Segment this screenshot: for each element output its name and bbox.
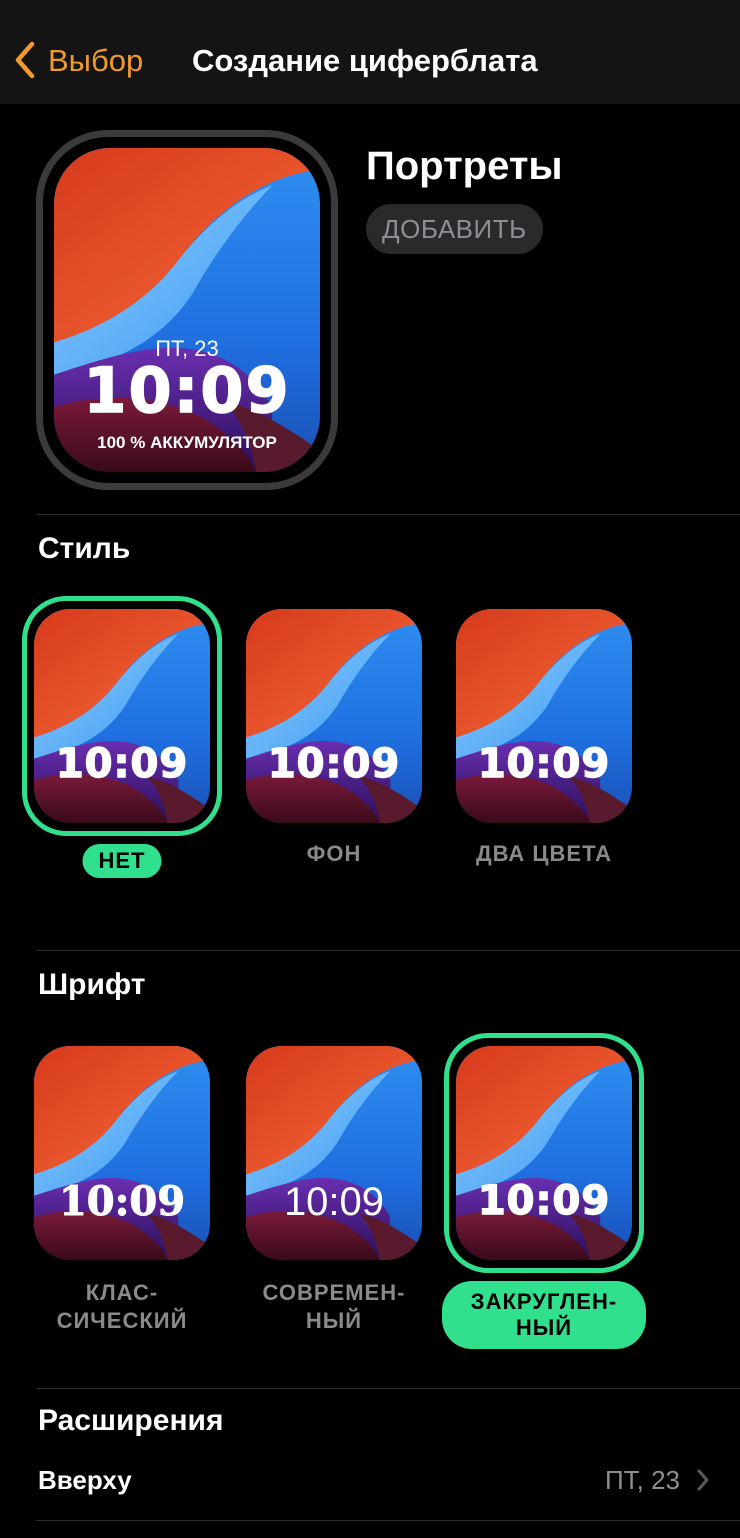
time-display: 10:09 [267, 741, 401, 787]
row-label: Вверху [38, 1464, 132, 1495]
divider [36, 514, 740, 515]
chevron-right-icon [697, 1469, 709, 1491]
back-button[interactable]: Выбор [12, 40, 143, 80]
style-label: ФОН [306, 841, 362, 866]
wallpaper-image [456, 1046, 632, 1260]
row-value: ПТ, 23 [604, 1464, 680, 1495]
watch-face-preview: ПТ, 23 10:09 100 % АККУМУЛЯТОР [54, 148, 320, 472]
time-display: 10:09 [283, 1180, 385, 1224]
font-thumbnail: 10:09 [456, 1046, 632, 1260]
page-title: Создание циферблата [192, 43, 538, 78]
battery-complication: 100 % АККУМУЛЯТОР [97, 433, 277, 452]
add-button[interactable]: ДОБАВИТЬ [366, 204, 543, 254]
font-label-line: ЗАКРУГЛЕН- [470, 1289, 618, 1314]
font-thumbnail: 10:09 [246, 1046, 422, 1260]
face-name: Портреты [366, 144, 563, 188]
wallpaper-image [34, 609, 210, 823]
style-label: ДВА ЦВЕТА [475, 841, 613, 866]
style-thumbnail: 10:09 [456, 609, 632, 823]
divider [36, 1388, 740, 1389]
style-label-selected: НЕТ [82, 844, 162, 878]
style-thumbnail: 10:09 [34, 609, 210, 823]
chevron-left-icon [15, 41, 35, 79]
font-label: СОВРЕМЕН- НЫЙ [214, 1279, 454, 1335]
wallpaper-image [246, 609, 422, 823]
font-label-line: НЫЙ [305, 1308, 363, 1333]
divider [36, 950, 740, 951]
navigation-bar: Выбор Создание циферблата [0, 0, 740, 104]
font-thumbnail: 10:09 [34, 1046, 210, 1260]
divider [36, 1520, 740, 1521]
font-label-line: СОВРЕМЕН- [262, 1280, 406, 1305]
style-section-title: Стиль [38, 532, 131, 565]
wallpaper-image [34, 1046, 210, 1260]
font-section-title: Шрифт [38, 968, 146, 1001]
wallpaper-image [246, 1046, 422, 1260]
style-thumbnail: 10:09 [246, 609, 422, 823]
extension-row-top[interactable]: Вверху ПТ, 23 [38, 1458, 710, 1502]
font-label: КЛАС- СИЧЕСКИЙ [2, 1279, 242, 1335]
back-label: Выбор [48, 42, 144, 78]
time-display: 10:09 [477, 741, 611, 787]
time-display: 10:09 [83, 354, 291, 427]
time-display: 10:09 [58, 1178, 186, 1225]
time-display: 10:09 [477, 1178, 611, 1224]
watch-preview: ПТ, 23 10:09 100 % АККУМУЛЯТОР [36, 130, 338, 490]
row-trailing: ПТ, 23 [605, 1465, 710, 1496]
font-label-line: НЫЙ [515, 1315, 573, 1340]
wallpaper-image [456, 609, 632, 823]
font-label-selected: ЗАКРУГЛЕН- НЫЙ [442, 1281, 646, 1349]
time-display: 10:09 [55, 741, 189, 787]
font-label-line: КЛАС- [85, 1280, 159, 1305]
font-label-line: СИЧЕСКИЙ [56, 1308, 188, 1333]
extensions-section-title: Расширения [38, 1404, 224, 1437]
